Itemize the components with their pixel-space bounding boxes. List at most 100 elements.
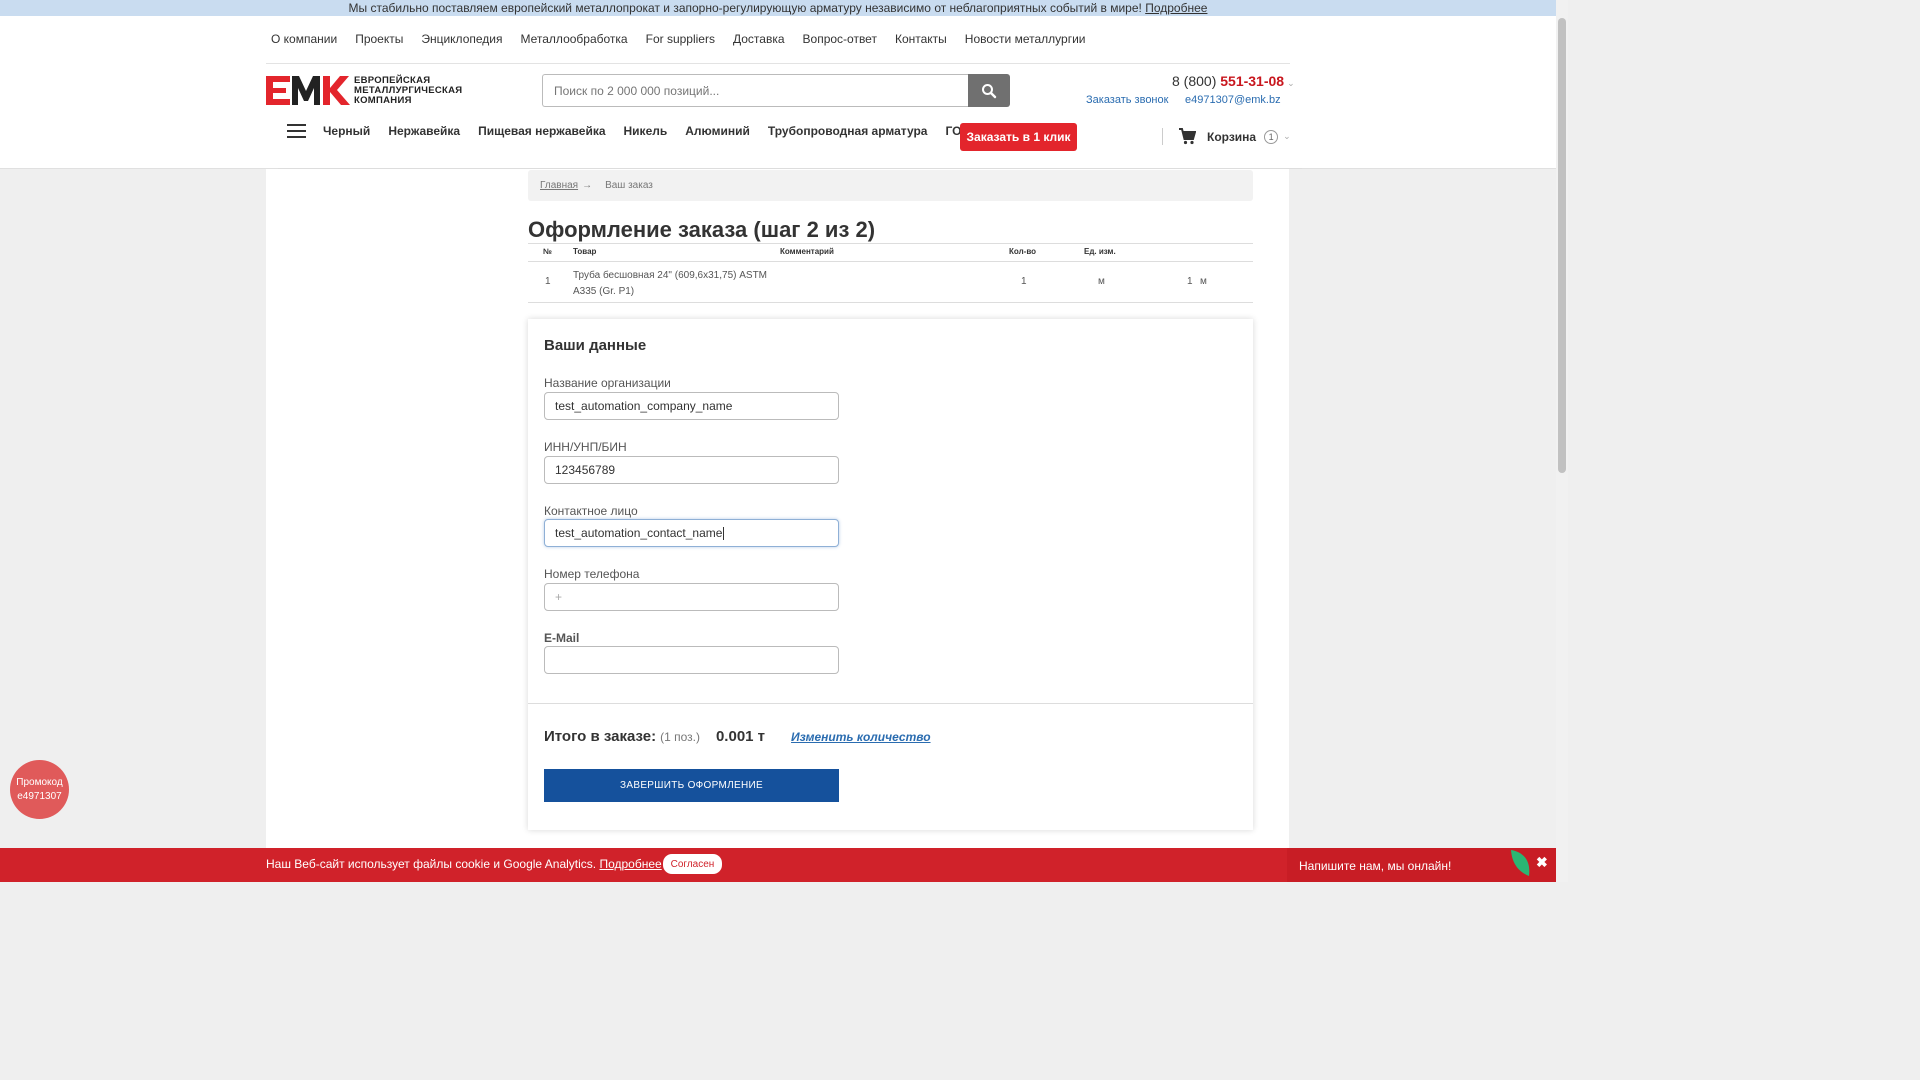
breadcrumb: Главная → Ваш заказ (528, 170, 1253, 201)
search-icon (982, 83, 997, 98)
email-link[interactable]: e4971307@emk.bz (1185, 94, 1281, 106)
finish-order-button[interactable]: ЗАВЕРШИТЬ ОФОРМЛЕНИЕ (544, 769, 839, 802)
cart-count-badge: 1 (1264, 129, 1279, 144)
col-qty: Кол-во (1009, 247, 1037, 256)
search-input[interactable] (542, 74, 968, 107)
menu-hamburger-icon[interactable] (287, 124, 306, 138)
col-product: Товар (573, 247, 597, 256)
category-black-metal[interactable]: Черный (323, 124, 370, 138)
total-positions: (1 поз.) (660, 730, 700, 744)
card-divider (528, 703, 1253, 704)
phone-label: Номер телефона (544, 567, 640, 581)
chat-widget[interactable]: Напишите нам, мы онлайн! ✖ (1287, 848, 1556, 882)
phone-number[interactable]: 8 (800) 551-31-08 ⌄ (1172, 73, 1295, 89)
topnav-delivery[interactable]: Доставка (733, 32, 785, 46)
page-title: Оформление заказа (шаг 2 из 2) (528, 217, 876, 242)
close-icon[interactable]: ✖ (1536, 854, 1548, 871)
row-product[interactable]: Труба бесшовная 24" (609,6x31,75) ASTM A… (573, 268, 767, 300)
topnav-faq[interactable]: Вопрос-ответ (803, 32, 877, 46)
row-product-line-2: A335 (Gr. P1) (573, 286, 635, 297)
logo-wordmark: ЕВРОПЕЙСКАЯ МЕТАЛЛУРГИЧЕСКАЯ КОМПАНИЯ (354, 74, 463, 106)
company-logo[interactable]: ЕВРОПЕЙСКАЯ МЕТАЛЛУРГИЧЕСКАЯ КОМПАНИЯ (266, 74, 462, 107)
row-product-line-1: Труба бесшовная 24" (609,6x31,75) ASTM (573, 270, 768, 281)
change-quantity-link[interactable]: Изменить количество (791, 730, 931, 744)
topnav-projects[interactable]: Проекты (355, 32, 403, 46)
promo-code-badge[interactable]: Промокод e4971307 (10, 760, 69, 819)
logo-line-1: ЕВРОПЕЙСКАЯ (354, 74, 431, 86)
total-weight: 0.001 т (715, 728, 766, 745)
category-navigation: Черный Нержавейка Пищевая нержавейка Ник… (287, 124, 995, 138)
cookie-message: Наш Веб-сайт использует файлы cookie и G… (266, 857, 597, 871)
email-field[interactable] (544, 646, 839, 674)
one-click-order-button[interactable]: Заказать в 1 клик (960, 123, 1077, 151)
form-title: Ваши данные (544, 337, 647, 354)
promo-label: Промокод (16, 776, 63, 788)
leaf-icon (1511, 850, 1530, 876)
row-total-qty: 1 (1187, 276, 1193, 287)
chat-text: Напишите нам, мы онлайн! (1299, 859, 1452, 873)
row-num: 1 (545, 276, 551, 287)
category-aluminium[interactable]: Алюминий (685, 124, 750, 138)
search-button[interactable] (968, 74, 1010, 107)
top-announcement-banner: Мы стабильно поставляем европейский мета… (0, 0, 1556, 16)
phone-field[interactable]: + (544, 583, 839, 611)
top-navigation: О компании Проекты Энциклопедия Металлоо… (271, 32, 1085, 46)
category-pipeline-fittings[interactable]: Трубопроводная арматура (768, 124, 928, 138)
logo-line-2: МЕТАЛЛУРГИЧЕСКАЯ (354, 84, 463, 96)
org-name-field[interactable]: test_automation_company_name (544, 392, 839, 420)
page-scrollbar[interactable] (1556, 0, 1568, 882)
inn-field[interactable]: 123456789 (544, 456, 839, 484)
order-table: № Товар Комментарий Кол-во Ед. изм. 1 Тр… (528, 243, 1253, 303)
table-header: № Товар Комментарий Кол-во Ед. изм. (528, 244, 1253, 262)
banner-more-link[interactable]: Подробнее (1145, 1, 1207, 15)
topnav-about[interactable]: О компании (271, 32, 337, 46)
topnav-contacts[interactable]: Контакты (895, 32, 947, 46)
site-header: О компании Проекты Энциклопедия Металлоо… (0, 16, 1556, 169)
total-label: Итого в заказе: (544, 728, 657, 745)
cart-icon (1179, 128, 1196, 145)
cart-button[interactable]: Корзина 1 ⌄ (1178, 128, 1291, 145)
cookie-more-link[interactable]: Подробнее (599, 857, 661, 871)
category-stainless[interactable]: Нержавейка (388, 124, 460, 138)
row-qty: 1 (1021, 276, 1027, 287)
contact-person-field[interactable]: test_automation_contact_name (544, 519, 839, 547)
order-total: Итого в заказе: (1 поз.) 0.001 т Изменит… (544, 728, 931, 745)
inn-label: ИНН/УНП/БИН (544, 440, 627, 454)
breadcrumb-home[interactable]: Главная (540, 180, 578, 191)
category-food-stainless[interactable]: Пищевая нержавейка (478, 124, 605, 138)
logo-line-3: КОМПАНИЯ (354, 94, 412, 106)
text-caret (723, 526, 725, 540)
cart-divider (1162, 128, 1163, 145)
table-row: 1 Труба бесшовная 24" (609,6x31,75) ASTM… (528, 262, 1253, 302)
cookie-text: Наш Веб-сайт использует файлы cookie и G… (266, 857, 662, 871)
col-unit: Ед. изм. (1084, 247, 1116, 256)
topnav-news[interactable]: Новости металлургии (965, 32, 1086, 46)
callback-link[interactable]: Заказать звонок (1086, 94, 1168, 106)
chevron-down-icon: ⌄ (1283, 131, 1291, 141)
breadcrumb-arrow: → (582, 180, 593, 191)
customer-data-form: Ваши данные Название организации test_au… (528, 319, 1253, 830)
topnav-encyclopedia[interactable]: Энциклопедия (421, 32, 502, 46)
search-bar (542, 74, 1010, 107)
row-unit: м (1098, 276, 1105, 287)
content-divider (278, 168, 1302, 169)
phone-prefix: 8 (800) (1172, 73, 1217, 89)
col-comment: Комментарий (780, 247, 834, 256)
org-name-label: Название организации (544, 376, 671, 390)
banner-text: Мы стабильно поставляем европейский мета… (348, 1, 1142, 15)
cookie-agree-button[interactable]: Согласен (663, 854, 722, 874)
category-nickel[interactable]: Никель (624, 124, 668, 138)
topnav-metalworking[interactable]: Металлообработка (520, 32, 627, 46)
contact-person-label: Контактное лицо (544, 504, 638, 518)
breadcrumb-current: Ваш заказ (605, 180, 653, 191)
chevron-down-icon: ⌄ (1287, 78, 1295, 88)
emk-logo-icon (266, 76, 350, 105)
phone-main: 551-31-08 (1220, 73, 1285, 89)
topnav-suppliers[interactable]: For suppliers (646, 32, 715, 46)
contact-person-value: test_automation_contact_name (555, 526, 723, 540)
col-num: № (543, 247, 552, 256)
cart-label: Корзина (1207, 129, 1257, 144)
scrollbar-thumb[interactable] (1558, 18, 1566, 473)
row-total-unit: м (1200, 276, 1207, 287)
promo-code: e4971307 (17, 790, 62, 802)
